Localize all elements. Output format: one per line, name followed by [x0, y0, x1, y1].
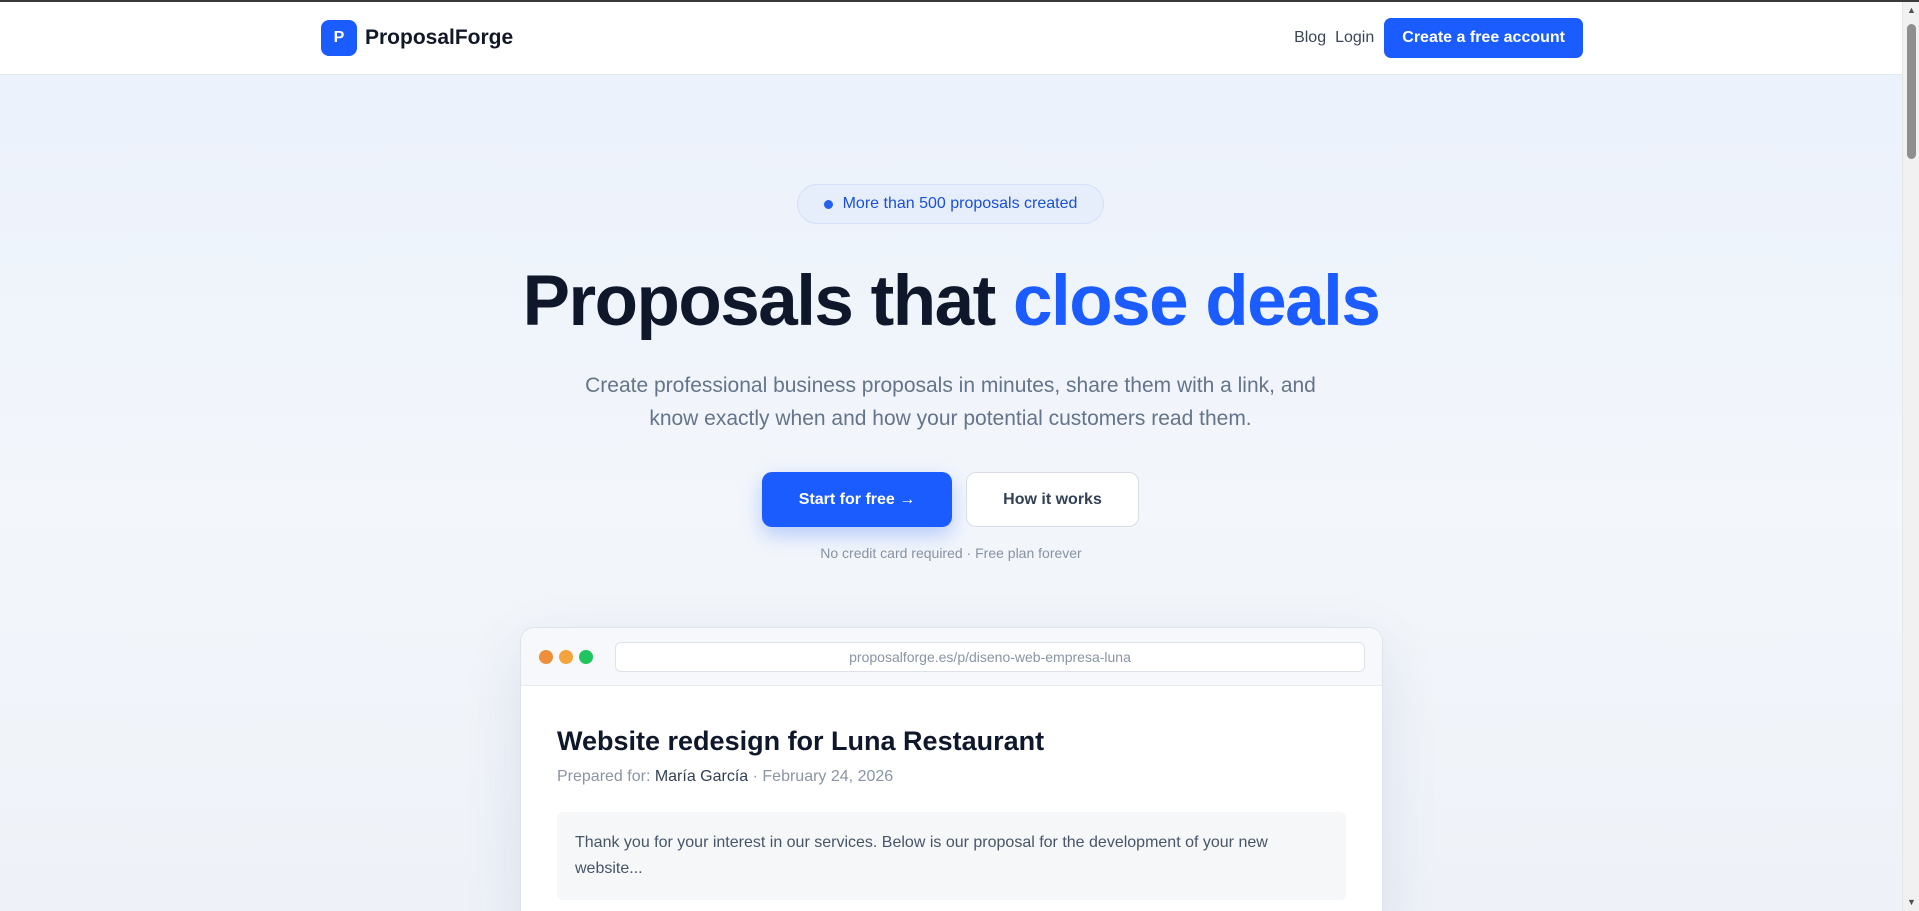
site-header: P ProposalForge Blog Login Create a free…	[0, 2, 1902, 75]
logo-mark: P	[321, 20, 357, 56]
badge-text: More than 500 proposals created	[842, 195, 1078, 212]
page-scrollbar[interactable]: ▲ ▼	[1902, 2, 1919, 911]
how-it-works-button[interactable]: How it works	[966, 472, 1139, 527]
scroll-down-icon[interactable]: ▼	[1903, 894, 1919, 911]
nav-blog-link[interactable]: Blog	[1294, 29, 1326, 47]
window-maximize-dot-icon	[579, 650, 593, 664]
headline-accent: close deals	[1013, 262, 1381, 341]
preview-window-bar: proposalforge.es/p/diseno-web-empresa-lu…	[521, 628, 1382, 686]
window-close-dot-icon	[539, 650, 553, 664]
start-free-button[interactable]: Start for free →	[762, 472, 952, 527]
meta-date: · February 24, 2026	[748, 768, 894, 785]
meta-label: Prepared for:	[557, 768, 655, 785]
window-minimize-dot-icon	[559, 650, 573, 664]
create-account-button[interactable]: Create a free account	[1384, 18, 1583, 58]
top-nav: Blog Login Create a free account	[1294, 18, 1583, 58]
brand-name: ProposalForge	[365, 26, 514, 49]
nav-login-link[interactable]: Login	[1335, 29, 1374, 47]
badge-dot-icon	[823, 199, 833, 209]
scroll-thumb[interactable]	[1907, 24, 1916, 159]
logo[interactable]: P ProposalForge	[321, 20, 513, 56]
proposal-title: Website redesign for Luna Restaurant	[557, 726, 1045, 756]
hero-fineprint: No credit card required · Free plan fore…	[820, 545, 1082, 561]
hero-headline: Proposals that close deals	[0, 260, 1902, 344]
scroll-up-icon[interactable]: ▲	[1903, 2, 1919, 19]
headline-main: Proposals that	[522, 262, 1014, 341]
preview-url-bar: proposalforge.es/p/diseno-web-empresa-lu…	[615, 642, 1365, 672]
client-name: María García	[654, 768, 749, 785]
hero-subtitle: Create professional business proposals i…	[585, 374, 1316, 430]
proposal-preview-window: proposalforge.es/p/diseno-web-empresa-lu…	[520, 627, 1383, 911]
proposal-document: Website redesign for Luna Restaurant Pre…	[521, 686, 1382, 900]
proposal-intro: Thank you for your interest in our servi…	[557, 812, 1346, 900]
landing-page: P ProposalForge Blog Login Create a free…	[0, 2, 1902, 911]
proposal-meta: Prepared for: María García · February 24…	[557, 768, 1346, 786]
proposals-count-badge: More than 500 proposals created	[797, 184, 1104, 224]
